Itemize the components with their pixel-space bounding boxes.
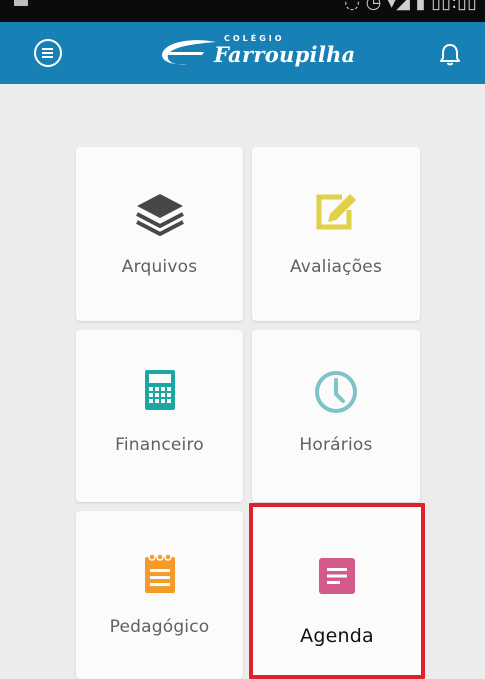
tile-label: Avaliações	[289, 257, 383, 277]
menu-icon[interactable]	[34, 39, 62, 67]
calculator-icon	[144, 370, 175, 410]
tile-avaliacoes[interactable]: Avaliações	[252, 147, 420, 321]
tile-label: Agenda	[300, 625, 374, 647]
tile-agenda[interactable]: Agenda	[249, 503, 425, 679]
tile-label: Arquivos	[121, 257, 198, 277]
brand-swoosh-icon	[162, 40, 216, 65]
tile-horarios[interactable]: Horários	[252, 330, 420, 502]
tile-financeiro[interactable]: Financeiro	[76, 330, 243, 502]
app-bar: COLÉGIO Farroupilha	[0, 22, 485, 84]
status-icons: ◌ ◷ ▾◢ ▮ ▯▯:▯▯	[344, 0, 477, 13]
tile-label: Pedagógico	[109, 617, 210, 637]
tile-label: Horários	[299, 435, 373, 455]
notepad-icon	[144, 553, 175, 593]
edit-icon	[316, 194, 356, 230]
layers-icon	[135, 194, 184, 236]
agenda-icon	[319, 558, 355, 594]
tile-pedagogico[interactable]: Pedagógico	[76, 511, 243, 679]
tile-arquivos[interactable]: Arquivos	[76, 147, 243, 321]
brand-logo: COLÉGIO Farroupilha	[158, 34, 355, 74]
clock-icon	[315, 371, 357, 413]
bell-icon[interactable]	[438, 42, 462, 68]
tile-label: Financeiro	[115, 435, 204, 455]
brand-name: Farroupilha	[214, 42, 356, 67]
status-bar: ◌ ◷ ▾◢ ▮ ▯▯:▯▯	[0, 0, 485, 22]
notification-icon	[14, 0, 28, 6]
menu-grid: Arquivos Avaliações Financeiro Horários	[0, 84, 485, 679]
